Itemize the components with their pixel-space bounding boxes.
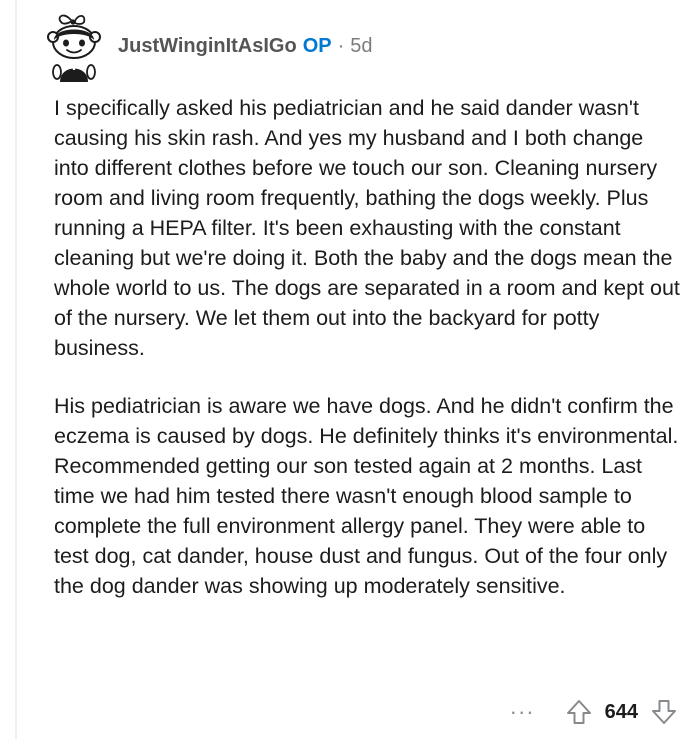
author-line: JustWinginItAsIGo OP · 5d: [118, 35, 373, 58]
comment: JustWinginItAsIGo OP · 5d I specifically…: [0, 0, 700, 739]
meta-separator: ·: [337, 34, 345, 57]
comment-age[interactable]: 5d: [350, 35, 372, 58]
op-badge: OP: [302, 34, 332, 57]
comment-header: JustWinginItAsIGo OP · 5d: [42, 12, 373, 82]
upvote-arrow-icon[interactable]: [565, 698, 593, 726]
snoo-avatar-icon[interactable]: [42, 12, 108, 82]
more-options-icon[interactable]: ···: [510, 697, 535, 727]
comment-paragraph: I specifically asked his pediatrician an…: [54, 96, 680, 360]
downvote-arrow-icon[interactable]: [650, 698, 678, 726]
vote-score: 644: [604, 700, 638, 723]
comment-paragraph: His pediatrician is aware we have dogs. …: [54, 394, 679, 598]
comment-actions: ··· 644: [510, 697, 678, 727]
comment-body: I specifically asked his pediatrician an…: [54, 93, 680, 601]
username[interactable]: JustWinginItAsIGo: [118, 35, 297, 58]
thread-line[interactable]: [15, 0, 17, 739]
